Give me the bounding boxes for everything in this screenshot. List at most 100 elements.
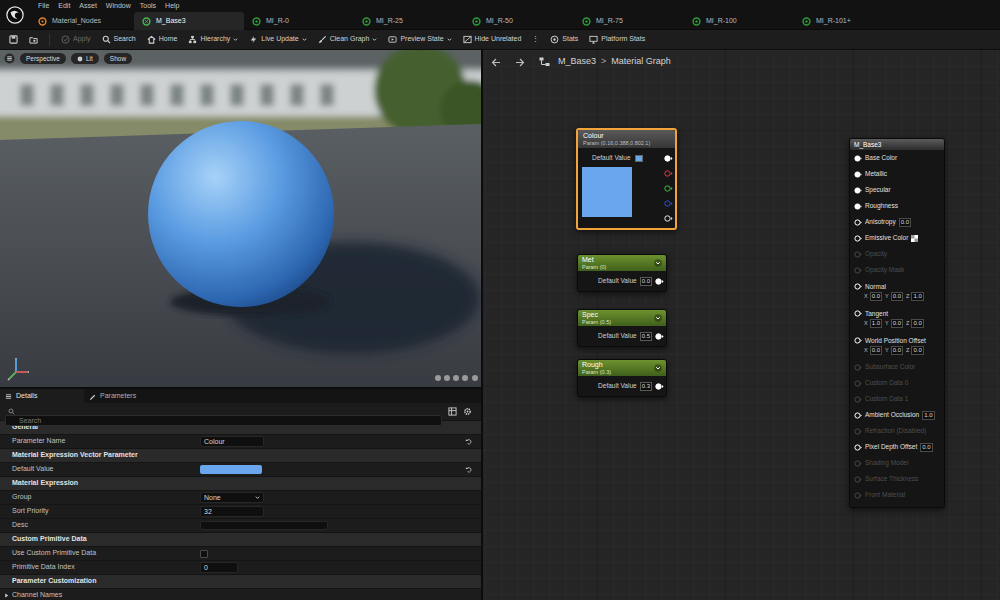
value-box[interactable]: 1.0 [870, 319, 882, 328]
output-pin-icon[interactable] [655, 277, 664, 285]
value-box[interactable]: 0.0 [870, 346, 882, 355]
viewport-button[interactable]: Lit [71, 53, 99, 64]
material-graph[interactable]: M_Base3>Material GraphColourParam (0.16,… [483, 50, 1000, 600]
value-box[interactable]: 0.0 [911, 319, 923, 328]
value-box[interactable]: 0.0 [911, 346, 923, 355]
text-field[interactable]: Colour [200, 436, 264, 447]
editor-tab[interactable]: MI_R-101+ [794, 12, 904, 30]
search-input[interactable] [5, 415, 442, 426]
toolbar-button[interactable] [9, 35, 18, 44]
graph-node[interactable]: MetParam (0)Default Value0.0 [577, 254, 667, 292]
value-box[interactable]: 0.0 [920, 443, 932, 452]
menu-item[interactable]: Asset [79, 0, 97, 12]
value-box[interactable]: 0.0 [891, 292, 903, 301]
editor-tab[interactable]: MI_R-0 [244, 12, 354, 30]
toolbar-button[interactable]: Apply [61, 34, 91, 45]
input-pin-icon[interactable] [854, 310, 862, 317]
menu-item[interactable]: Window [106, 0, 131, 12]
value-box[interactable]: 1.0 [911, 292, 923, 301]
breadcrumb-item[interactable]: M_Base3 [558, 55, 596, 69]
color-swatch[interactable] [635, 155, 643, 162]
input-pin-icon[interactable] [854, 444, 862, 451]
editor-tab[interactable]: MI_R-50 [464, 12, 574, 30]
input-pin-icon[interactable] [854, 171, 862, 178]
menu-item[interactable]: Edit [58, 0, 70, 12]
text-field[interactable] [200, 521, 328, 530]
viewport-button[interactable]: Perspective [20, 53, 66, 64]
toolbar-button[interactable]: ⋮ [532, 34, 539, 45]
output-pin-icon[interactable] [664, 214, 673, 222]
toolbar-button[interactable]: Preview State [388, 34, 451, 45]
menu-item[interactable]: Tools [140, 0, 156, 12]
input-pin-icon[interactable] [854, 251, 862, 258]
color-swatch[interactable] [200, 465, 262, 474]
editor-tab[interactable]: Material_Nodes [30, 12, 134, 30]
text-field[interactable]: 32 [200, 506, 264, 517]
toolbar-button[interactable] [29, 35, 38, 44]
toolbar-button[interactable]: Stats [550, 34, 578, 45]
input-pin-icon[interactable] [854, 235, 862, 242]
output-pin-icon[interactable] [664, 154, 673, 162]
section-header[interactable]: Material Expression [0, 476, 481, 490]
section-header[interactable]: Parameter Customization [0, 574, 481, 588]
input-pin-icon[interactable] [854, 283, 862, 290]
graph-node[interactable]: ColourParam (0.16,0.388,0.802,1)Default … [576, 128, 677, 230]
value-box[interactable]: 0.3 [640, 382, 652, 391]
text-field[interactable]: 0 [200, 562, 238, 573]
input-pin-icon[interactable] [854, 364, 862, 371]
value-box[interactable]: 1.0 [922, 411, 934, 420]
input-pin-icon[interactable] [854, 412, 862, 419]
vector-fields: X1.0Y0.0Z0.0 [854, 319, 944, 328]
value-box[interactable]: 0.0 [870, 292, 882, 301]
input-pin-icon[interactable] [854, 155, 862, 162]
output-pin-icon[interactable] [664, 184, 673, 192]
panel-tab[interactable]: Parameters [84, 389, 168, 403]
checkbox[interactable] [200, 550, 208, 558]
graph-node[interactable]: SpecParam (0.5)Default Value0.5 [577, 309, 667, 347]
value-box[interactable]: 0.0 [640, 277, 652, 286]
section-header[interactable]: Material Expression Vector Parameter [0, 448, 481, 462]
input-pin-icon[interactable] [854, 476, 862, 483]
viewport[interactable]: Perspective Lit Show [0, 50, 481, 387]
input-pin-icon[interactable] [854, 187, 862, 194]
input-pin-icon[interactable] [854, 337, 862, 344]
menu-item[interactable]: Help [165, 0, 179, 12]
value-box[interactable]: 0.0 [891, 346, 903, 355]
input-pin-icon[interactable] [854, 203, 862, 210]
output-pin-icon[interactable] [655, 332, 664, 340]
breadcrumb-item[interactable]: Material Graph [611, 55, 671, 69]
toolbar-button[interactable]: Hierarchy [188, 34, 238, 45]
toolbar-button[interactable]: Search [102, 34, 136, 45]
editor-tab[interactable]: MI_R-25 [354, 12, 464, 30]
dropdown[interactable]: None [200, 492, 264, 503]
output-pin-icon[interactable] [664, 199, 673, 207]
toolbar-button[interactable]: Platform Stats [589, 34, 645, 45]
input-pin-icon[interactable] [854, 460, 862, 467]
menu-item[interactable]: File [38, 0, 49, 12]
property-value: 0 [200, 562, 455, 573]
viewport-button[interactable]: Show [104, 53, 132, 64]
value-box[interactable]: 0.5 [640, 332, 652, 341]
value-box[interactable]: 0.0 [891, 319, 903, 328]
property-label: Use Custom Primitive Data [0, 548, 200, 559]
output-pin-icon[interactable] [664, 169, 673, 177]
graph-node[interactable]: RoughParam (0.3)Default Value0.3 [577, 359, 667, 397]
output-pin-icon[interactable] [655, 382, 664, 390]
editor-tab[interactable]: MI_R-75 [574, 12, 684, 30]
toolbar-button[interactable]: Home [147, 34, 178, 45]
toolbar-button[interactable]: Clean Graph [318, 34, 378, 45]
toolbar-button[interactable]: Live Update [249, 34, 306, 45]
input-pin-icon[interactable] [854, 380, 862, 387]
editor-tab[interactable]: M_Base3 [134, 12, 244, 30]
editor-tab[interactable]: MI_R-100 [684, 12, 794, 30]
input-pin-icon[interactable] [854, 219, 862, 226]
input-pin-icon[interactable] [854, 492, 862, 499]
value-box[interactable]: 0.0 [899, 218, 911, 227]
toolbar-button[interactable]: Hide Unrelated [463, 34, 522, 45]
result-node[interactable]: M_Base3Base ColorMetallicSpecularRoughne… [849, 138, 945, 508]
input-pin-icon[interactable] [854, 396, 862, 403]
panel-tab[interactable]: Details [0, 389, 84, 403]
input-pin-icon[interactable] [854, 428, 862, 435]
section-header[interactable]: Custom Primitive Data [0, 532, 481, 546]
input-pin-icon[interactable] [854, 267, 862, 274]
